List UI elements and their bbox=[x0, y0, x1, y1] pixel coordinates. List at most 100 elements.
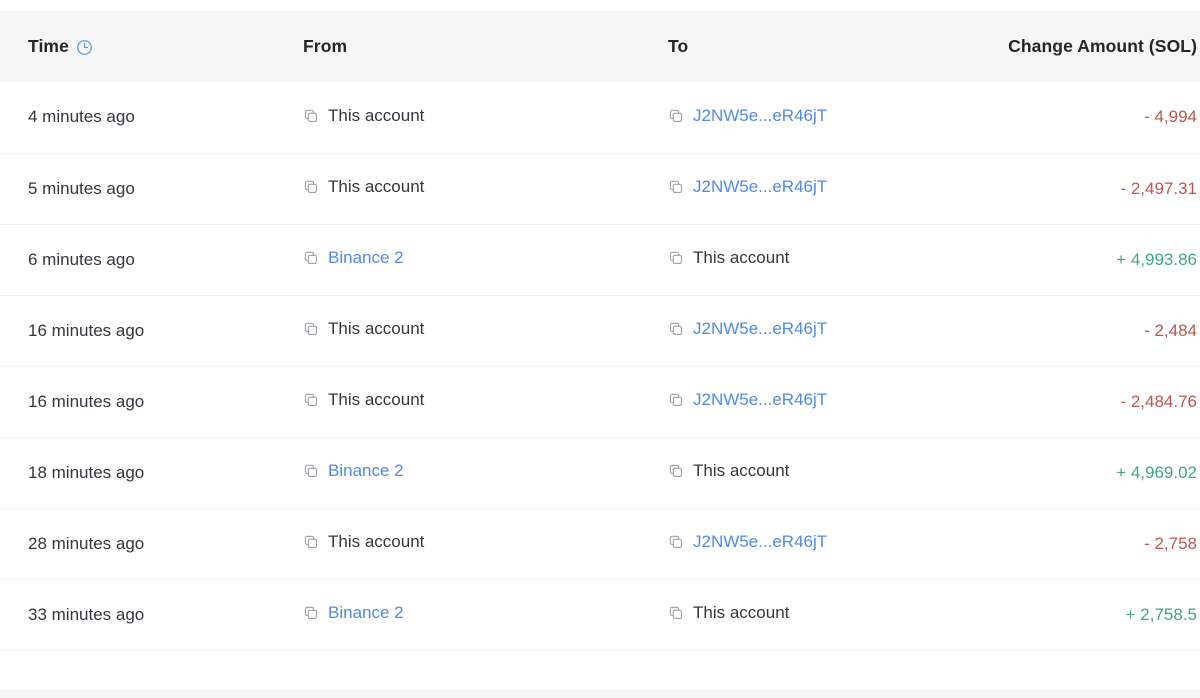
table-header-row: Time From To Change Amount (SOL) bbox=[0, 11, 1200, 82]
copy-icon[interactable] bbox=[668, 108, 684, 124]
copy-icon[interactable] bbox=[303, 179, 319, 195]
cell-to: This account bbox=[640, 579, 995, 650]
copy-icon[interactable] bbox=[303, 605, 319, 621]
time-text: 5 minutes ago bbox=[28, 178, 135, 198]
change-amount-value: - 2,484 bbox=[1144, 320, 1197, 340]
cell-time: 28 minutes ago bbox=[0, 508, 275, 579]
cell-to: J2NW5e...eR46jT bbox=[640, 366, 995, 437]
to-account-text: This account bbox=[693, 248, 790, 267]
cell-from: This account bbox=[275, 153, 640, 224]
cell-time: 33 minutes ago bbox=[0, 579, 275, 650]
cell-time: 4 minutes ago bbox=[0, 82, 275, 153]
column-header-time-label: Time bbox=[28, 36, 69, 56]
copy-icon[interactable] bbox=[668, 179, 684, 195]
copy-icon[interactable] bbox=[303, 321, 319, 337]
cell-to: This account bbox=[640, 224, 995, 295]
cell-time: 16 minutes ago bbox=[0, 366, 275, 437]
cell-from: Binance 2 bbox=[275, 224, 640, 295]
cell-from: This account bbox=[275, 82, 640, 153]
from-account-text: This account bbox=[328, 390, 425, 409]
to-account-link[interactable]: J2NW5e...eR46jT bbox=[693, 319, 827, 339]
to-account-link[interactable]: J2NW5e...eR46jT bbox=[693, 390, 827, 410]
cell-from: This account bbox=[275, 366, 640, 437]
copy-icon[interactable] bbox=[303, 534, 319, 550]
from-account-link[interactable]: Binance 2 bbox=[328, 248, 404, 268]
table-row[interactable]: 6 minutes ago Binance 2 This account + 4,99… bbox=[0, 224, 1200, 295]
column-header-time[interactable]: Time bbox=[0, 11, 275, 82]
cell-to: J2NW5e...eR46jT bbox=[640, 508, 995, 579]
cell-change-amount: - 2,758 bbox=[995, 508, 1200, 579]
to-account-text: This account bbox=[693, 461, 790, 480]
from-account-text: This account bbox=[328, 105, 425, 125]
account-transfers-table: Time From To Change Amount (SOL) 4 minut… bbox=[0, 11, 1200, 651]
column-header-change-amount-label: Change Amount (SOL) bbox=[1008, 36, 1197, 56]
cell-from: Binance 2 bbox=[275, 579, 640, 650]
from-account-text: This account bbox=[328, 177, 425, 196]
cell-from: This account bbox=[275, 295, 640, 366]
cell-change-amount: + 4,993.86 bbox=[995, 224, 1200, 295]
cell-change-amount: - 2,484.76 bbox=[995, 366, 1200, 437]
table-row[interactable]: 18 minutes ago Binance 2 This account + 4,9… bbox=[0, 437, 1200, 508]
copy-icon[interactable] bbox=[668, 250, 684, 266]
cell-time: 16 minutes ago bbox=[0, 295, 275, 366]
cell-change-amount: + 4,969.02 bbox=[995, 437, 1200, 508]
time-text: 16 minutes ago bbox=[28, 391, 145, 411]
time-text: 16 minutes ago bbox=[28, 320, 145, 340]
cell-time: 18 minutes ago bbox=[0, 437, 275, 508]
from-account-link[interactable]: Binance 2 bbox=[328, 603, 404, 623]
cell-to: This account bbox=[640, 437, 995, 508]
copy-icon[interactable] bbox=[668, 463, 684, 479]
copy-icon[interactable] bbox=[303, 392, 319, 408]
copy-icon[interactable] bbox=[668, 321, 684, 337]
cell-change-amount: + 2,758.5 bbox=[995, 579, 1200, 650]
change-amount-value: - 2,484.76 bbox=[1120, 391, 1197, 411]
change-amount-value: - 2,497.31 bbox=[1120, 178, 1197, 198]
to-account-link[interactable]: J2NW5e...eR46jT bbox=[693, 177, 827, 197]
next-section-strip bbox=[0, 689, 1200, 698]
table-header: Time From To Change Amount (SOL) bbox=[0, 11, 1200, 82]
copy-icon[interactable] bbox=[303, 463, 319, 479]
column-header-from[interactable]: From bbox=[275, 11, 640, 82]
cell-change-amount: - 2,484 bbox=[995, 295, 1200, 366]
change-amount-value: + 4,969.02 bbox=[1116, 462, 1197, 482]
copy-icon[interactable] bbox=[668, 605, 684, 621]
table-bottom-gap bbox=[0, 650, 1200, 690]
cell-change-amount: - 4,994 bbox=[995, 82, 1200, 153]
time-text: 18 minutes ago bbox=[28, 462, 145, 482]
change-amount-value: + 4,993.86 bbox=[1116, 249, 1197, 269]
time-text: 28 minutes ago bbox=[28, 533, 145, 553]
clock-icon bbox=[76, 39, 93, 56]
to-account-text: This account bbox=[693, 603, 790, 622]
table-row[interactable]: 5 minutes ago This account J2NW5e...eR46jT… bbox=[0, 153, 1200, 224]
column-header-to-label: To bbox=[668, 36, 689, 56]
cell-to: J2NW5e...eR46jT bbox=[640, 153, 995, 224]
time-text: 6 minutes ago bbox=[28, 249, 135, 269]
copy-icon[interactable] bbox=[303, 108, 319, 124]
copy-icon[interactable] bbox=[668, 534, 684, 550]
change-amount-value: - 2,758 bbox=[1144, 533, 1197, 553]
table-row[interactable]: 16 minutes ago This account J2NW5e...eR46j… bbox=[0, 366, 1200, 437]
table-body: 4 minutes ago This account J2NW5e...eR46jT… bbox=[0, 82, 1200, 650]
copy-icon[interactable] bbox=[668, 392, 684, 408]
copy-icon[interactable] bbox=[303, 250, 319, 266]
cell-change-amount: - 2,497.31 bbox=[995, 153, 1200, 224]
from-account-link[interactable]: Binance 2 bbox=[328, 461, 404, 481]
column-header-to[interactable]: To bbox=[640, 11, 995, 82]
time-text: 4 minutes ago bbox=[28, 107, 135, 127]
table-row[interactable]: 16 minutes ago This account J2NW5e...eR46j… bbox=[0, 295, 1200, 366]
table-row[interactable]: 4 minutes ago This account J2NW5e...eR46jT… bbox=[0, 82, 1200, 153]
time-text: 33 minutes ago bbox=[28, 604, 145, 624]
to-account-link[interactable]: J2NW5e...eR46jT bbox=[693, 532, 827, 552]
table-row[interactable]: 33 minutes ago Binance 2 This account + 2,7… bbox=[0, 579, 1200, 650]
cell-from: Binance 2 bbox=[275, 437, 640, 508]
cell-to: J2NW5e...eR46jT bbox=[640, 82, 995, 153]
column-header-from-label: From bbox=[303, 36, 348, 56]
cell-from: This account bbox=[275, 508, 640, 579]
cell-time: 5 minutes ago bbox=[0, 153, 275, 224]
from-account-text: This account bbox=[328, 532, 425, 551]
cell-time: 6 minutes ago bbox=[0, 224, 275, 295]
column-header-change-amount[interactable]: Change Amount (SOL) bbox=[995, 11, 1200, 82]
from-account-text: This account bbox=[328, 319, 425, 338]
table-row[interactable]: 28 minutes ago This account J2NW5e...eR46j… bbox=[0, 508, 1200, 579]
to-account-link[interactable]: J2NW5e...eR46jT bbox=[693, 106, 827, 126]
